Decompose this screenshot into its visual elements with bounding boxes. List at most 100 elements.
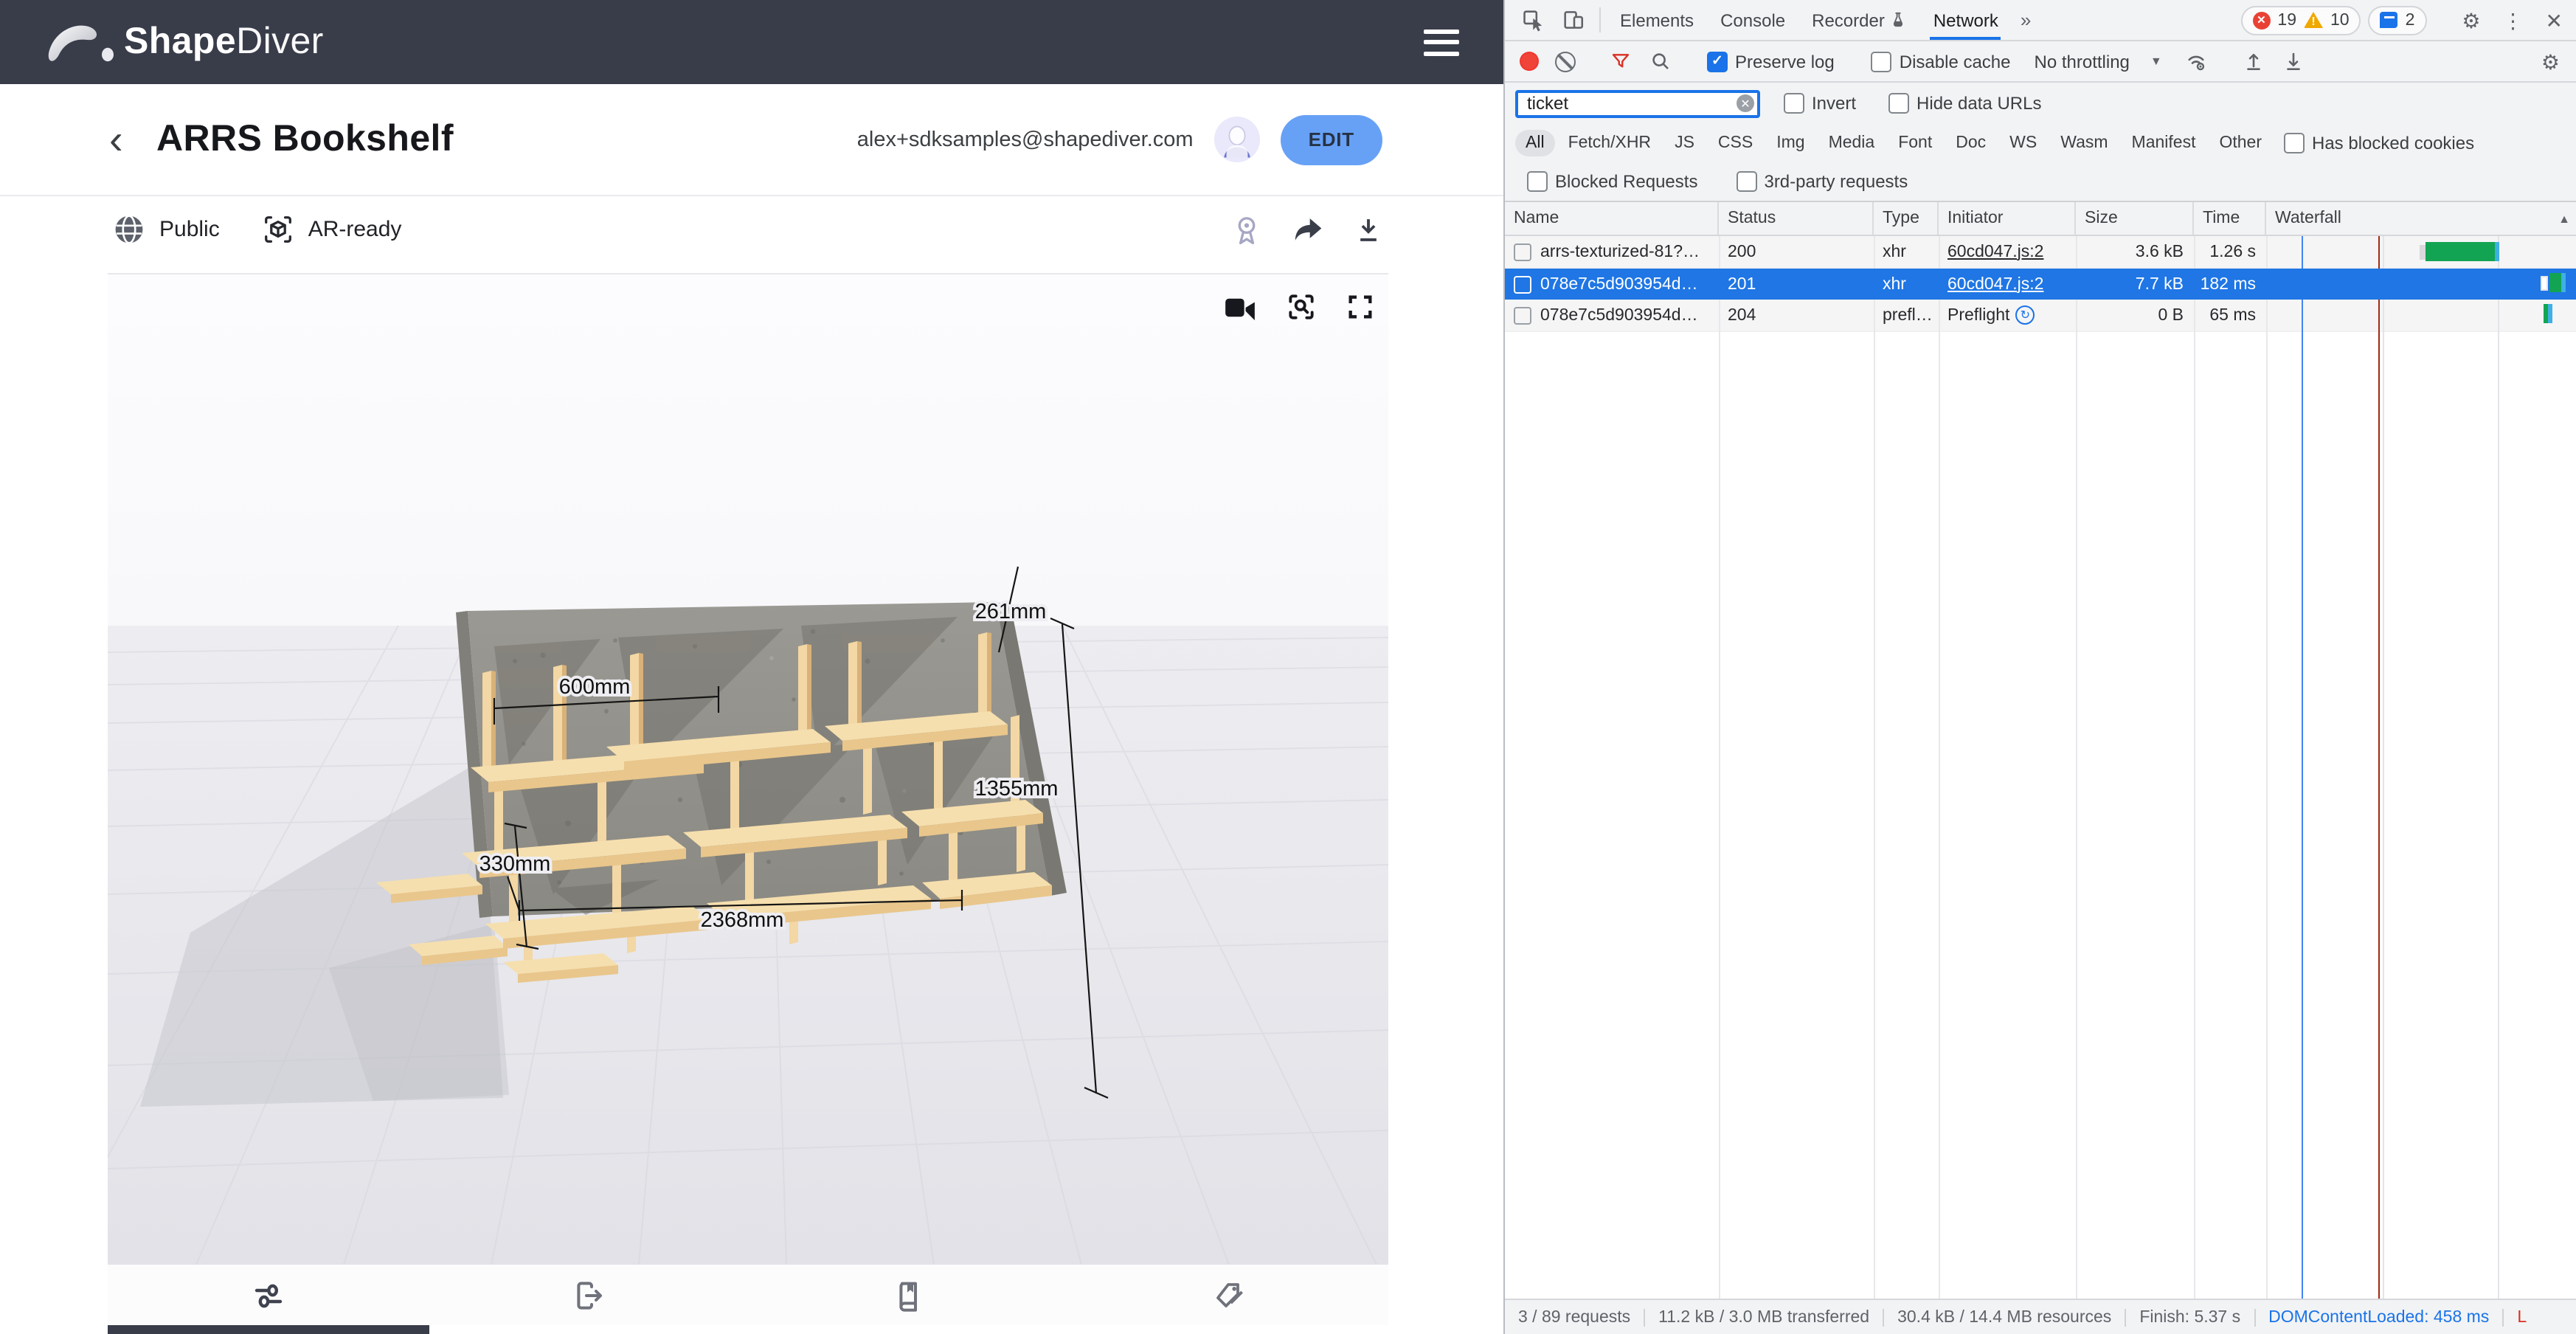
inspect-element-icon[interactable] <box>1514 0 1554 40</box>
network-requests-table: Name Status Type Initiator Size Time Wat… <box>1505 201 2576 1299</box>
model-title-bar: ‹ ARRS Bookshelf alex+sdksamples@shapedi… <box>0 84 1503 196</box>
row-checkbox[interactable] <box>1514 306 1531 324</box>
network-filter-input[interactable] <box>1515 89 1760 117</box>
column-header-type[interactable]: Type <box>1874 202 1939 235</box>
tab-tags[interactable] <box>1068 1265 1388 1325</box>
menu-hamburger-icon[interactable] <box>1424 29 1459 55</box>
viewer-canvas[interactable]: 600mm 261mm 1355mm 330mm 2368mm <box>108 273 1388 1265</box>
dom-content-loaded-time: DOMContentLoaded: 458 ms <box>2254 1308 2502 1326</box>
filter-chip-all[interactable]: All <box>1515 130 1555 156</box>
shapediver-logo[interactable]: ShapeDiver <box>44 17 324 67</box>
viewer-controls <box>1223 291 1375 323</box>
download-icon[interactable] <box>1353 213 1384 246</box>
import-har-icon[interactable] <box>2236 50 2273 72</box>
tab-elements[interactable]: Elements <box>1607 0 1707 40</box>
disable-cache-checkbox[interactable]: Disable cache <box>1872 51 2011 72</box>
settings-gear-icon[interactable]: ⚙ <box>2454 10 2487 30</box>
waterfall-gridline <box>2498 236 2499 1299</box>
filter-chip-doc[interactable]: Doc <box>1945 130 1996 156</box>
checkbox-unchecked[interactable] <box>1872 51 1892 72</box>
edit-button[interactable]: EDIT <box>1281 114 1382 165</box>
errors-warnings-badge[interactable]: 19 10 <box>2240 5 2361 35</box>
back-button[interactable]: ‹ <box>109 119 142 160</box>
column-header-time[interactable]: Time <box>2194 202 2266 235</box>
filter-chip-css[interactable]: CSS <box>1708 130 1763 156</box>
ar-cube-icon <box>261 212 295 246</box>
transferred-size: 11.2 kB / 3.0 MB transferred <box>1644 1308 1883 1326</box>
tag-icon <box>1211 1277 1246 1313</box>
initiator-link[interactable]: 60cd047.js:2 <box>1947 243 2043 260</box>
load-event-line <box>2378 236 2380 1299</box>
avatar[interactable] <box>1214 117 1260 162</box>
ar-ready-badge: AR-ready <box>261 212 402 246</box>
table-header: Name Status Type Initiator Size Time Wat… <box>1505 202 2576 236</box>
dom-content-loaded-line <box>2302 236 2303 1299</box>
page-title: ARRS Bookshelf <box>156 118 454 161</box>
resources-size: 30.4 kB / 14.4 MB resources <box>1883 1308 2125 1326</box>
column-header-waterfall[interactable]: Waterfall ▲ <box>2266 202 2576 235</box>
blocked-requests-checkbox[interactable]: Blocked Requests <box>1527 171 1697 192</box>
invert-checkbox[interactable]: Invert <box>1784 93 1856 114</box>
device-toolbar-icon[interactable] <box>1554 0 1593 40</box>
filter-chip-media[interactable]: Media <box>1818 130 1886 156</box>
tab-export[interactable] <box>428 1265 748 1325</box>
error-icon <box>2252 11 2270 29</box>
network-settings-gear-icon[interactable]: ⚙ <box>2534 51 2567 72</box>
record-video-icon[interactable] <box>1223 294 1257 319</box>
column-header-size[interactable]: Size <box>2076 202 2194 235</box>
close-devtools-icon[interactable]: ✕ <box>2538 10 2570 30</box>
tab-library[interactable] <box>748 1265 1068 1325</box>
preflight-icon: ↻ <box>2015 305 2035 325</box>
table-row-selected[interactable]: 078e7c5d903954d… 201 xhr 60cd047.js:2 7.… <box>1505 269 2576 300</box>
network-status-bar: 3 / 89 requests 11.2 kB / 3.0 MB transfe… <box>1505 1299 2576 1334</box>
throttling-dropdown[interactable]: No throttling ▼ <box>2035 51 2162 72</box>
issues-badge[interactable]: 2 <box>2369 5 2427 35</box>
avatar-person-icon <box>1214 117 1260 162</box>
devtools-panel: Elements Console Recorder Network » 19 1… <box>1503 0 2576 1334</box>
search-icon[interactable] <box>1642 50 1679 72</box>
filter-chip-ws[interactable]: WS <box>1999 130 2047 156</box>
book-icon <box>890 1277 926 1313</box>
fullscreen-icon[interactable] <box>1346 292 1375 322</box>
initiator-link[interactable]: 60cd047.js:2 <box>1947 275 2043 293</box>
warning-icon <box>2304 12 2323 28</box>
column-header-name[interactable]: Name <box>1505 202 1719 235</box>
tab-recorder[interactable]: Recorder <box>1798 0 1920 40</box>
export-har-icon[interactable] <box>2276 50 2313 72</box>
filter-chip-img[interactable]: Img <box>1766 130 1815 156</box>
filter-chip-manifest[interactable]: Manifest <box>2122 130 2206 156</box>
clear-filter-icon[interactable]: ✕ <box>1737 94 1754 112</box>
third-party-requests-checkbox[interactable]: 3rd-party requests <box>1736 171 1908 192</box>
tab-network[interactable]: Network <box>1920 0 2012 40</box>
error-count: 19 <box>2277 11 2296 29</box>
network-conditions-icon[interactable] <box>2177 49 2217 74</box>
hide-data-urls-checkbox[interactable]: Hide data URLs <box>1888 93 2041 114</box>
finish-time: Finish: 5.37 s <box>2125 1308 2254 1326</box>
filter-chip-wasm[interactable]: Wasm <box>2050 130 2118 156</box>
certificate-badge-icon[interactable] <box>1230 212 1263 247</box>
column-header-status[interactable]: Status <box>1719 202 1874 235</box>
tab-console[interactable]: Console <box>1707 0 1798 40</box>
share-icon[interactable] <box>1291 214 1325 245</box>
clear-network-icon[interactable] <box>1555 51 1576 72</box>
table-row[interactable]: arrs-texturized-81?… 200 xhr 60cd047.js:… <box>1505 236 2576 269</box>
filter-chip-fetchxhr[interactable]: Fetch/XHR <box>1558 130 1662 156</box>
preserve-log-checkbox[interactable]: Preserve log <box>1707 51 1835 72</box>
kebab-menu-icon[interactable]: ⋮ <box>2496 10 2531 30</box>
tab-parameters[interactable] <box>108 1265 428 1325</box>
has-blocked-cookies-checkbox[interactable]: Has blocked cookies <box>2284 133 2474 153</box>
more-tabs-icon[interactable]: » <box>2012 0 2040 40</box>
filter-funnel-icon[interactable] <box>1602 50 1639 72</box>
column-header-initiator[interactable]: Initiator <box>1939 202 2076 235</box>
record-network-icon[interactable] <box>1520 52 1539 71</box>
row-checkbox[interactable] <box>1514 275 1531 293</box>
checkbox-checked[interactable] <box>1707 51 1728 72</box>
filter-chip-js[interactable]: JS <box>1664 130 1705 156</box>
dim-depth: 330mm <box>479 852 551 876</box>
zoom-extents-icon[interactable] <box>1285 291 1318 323</box>
table-row[interactable]: 078e7c5d903954d… 204 prefl… Preflight↻ 0… <box>1505 300 2576 332</box>
filter-chip-other[interactable]: Other <box>2209 130 2272 156</box>
filter-chip-font[interactable]: Font <box>1888 130 1942 156</box>
app-header: ShapeDiver <box>0 0 1503 84</box>
row-checkbox[interactable] <box>1514 243 1531 260</box>
